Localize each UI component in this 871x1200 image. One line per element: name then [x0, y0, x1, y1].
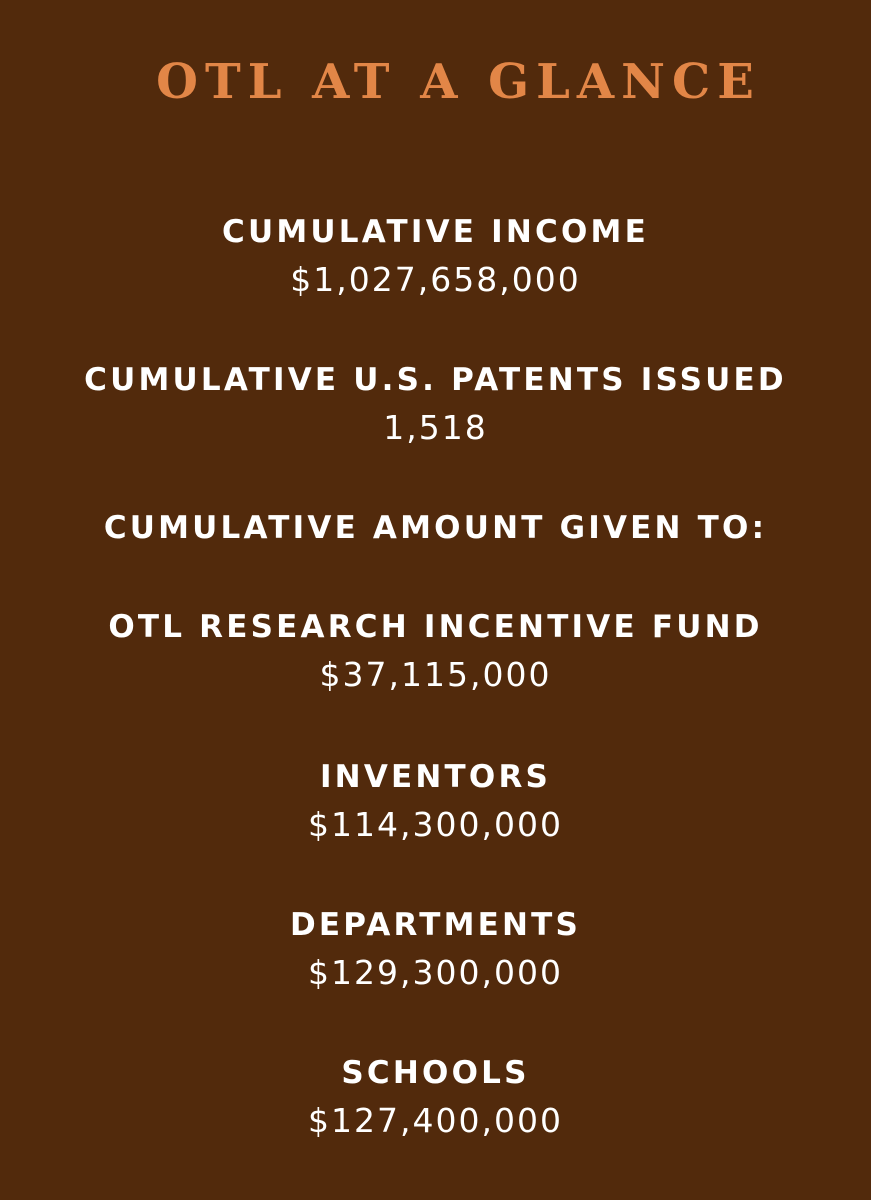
stat-label: CUMULATIVE INCOME: [222, 214, 649, 250]
stat-label: INVENTORS: [319, 759, 552, 795]
stat-value: $127,400,000: [308, 1101, 563, 1140]
stat-cumulative-income: CUMULATIVE INCOME $1,027,658,000: [0, 212, 871, 300]
stat-label: CUMULATIVE U.S. PATENTS ISSUED: [84, 362, 787, 398]
stat-value: $114,300,000: [308, 805, 563, 844]
stat-value: 1,518: [383, 408, 488, 447]
stat-schools: SCHOOLS $127,400,000: [0, 1053, 871, 1141]
stat-patents-issued: CUMULATIVE U.S. PATENTS ISSUED 1,518: [0, 360, 871, 448]
page-title: OTL AT A GLANCE: [156, 54, 761, 110]
stat-label: OTL RESEARCH INCENTIVE FUND: [108, 609, 763, 645]
stat-value: $37,115,000: [319, 655, 552, 694]
section-heading-amount-given: CUMULATIVE AMOUNT GIVEN TO:: [0, 508, 871, 548]
stat-departments: DEPARTMENTS $129,300,000: [0, 905, 871, 993]
stat-label: CUMULATIVE AMOUNT GIVEN TO:: [103, 510, 768, 546]
stat-label: SCHOOLS: [341, 1055, 530, 1091]
stat-value: $1,027,658,000: [290, 260, 581, 299]
stat-research-incentive-fund: OTL RESEARCH INCENTIVE FUND $37,115,000: [0, 607, 871, 695]
glance-panel: OTL AT A GLANCE CUMULATIVE INCOME $1,027…: [0, 0, 871, 1200]
stat-label: DEPARTMENTS: [289, 907, 582, 943]
stat-value: $129,300,000: [308, 953, 563, 992]
stat-inventors: INVENTORS $114,300,000: [0, 757, 871, 845]
